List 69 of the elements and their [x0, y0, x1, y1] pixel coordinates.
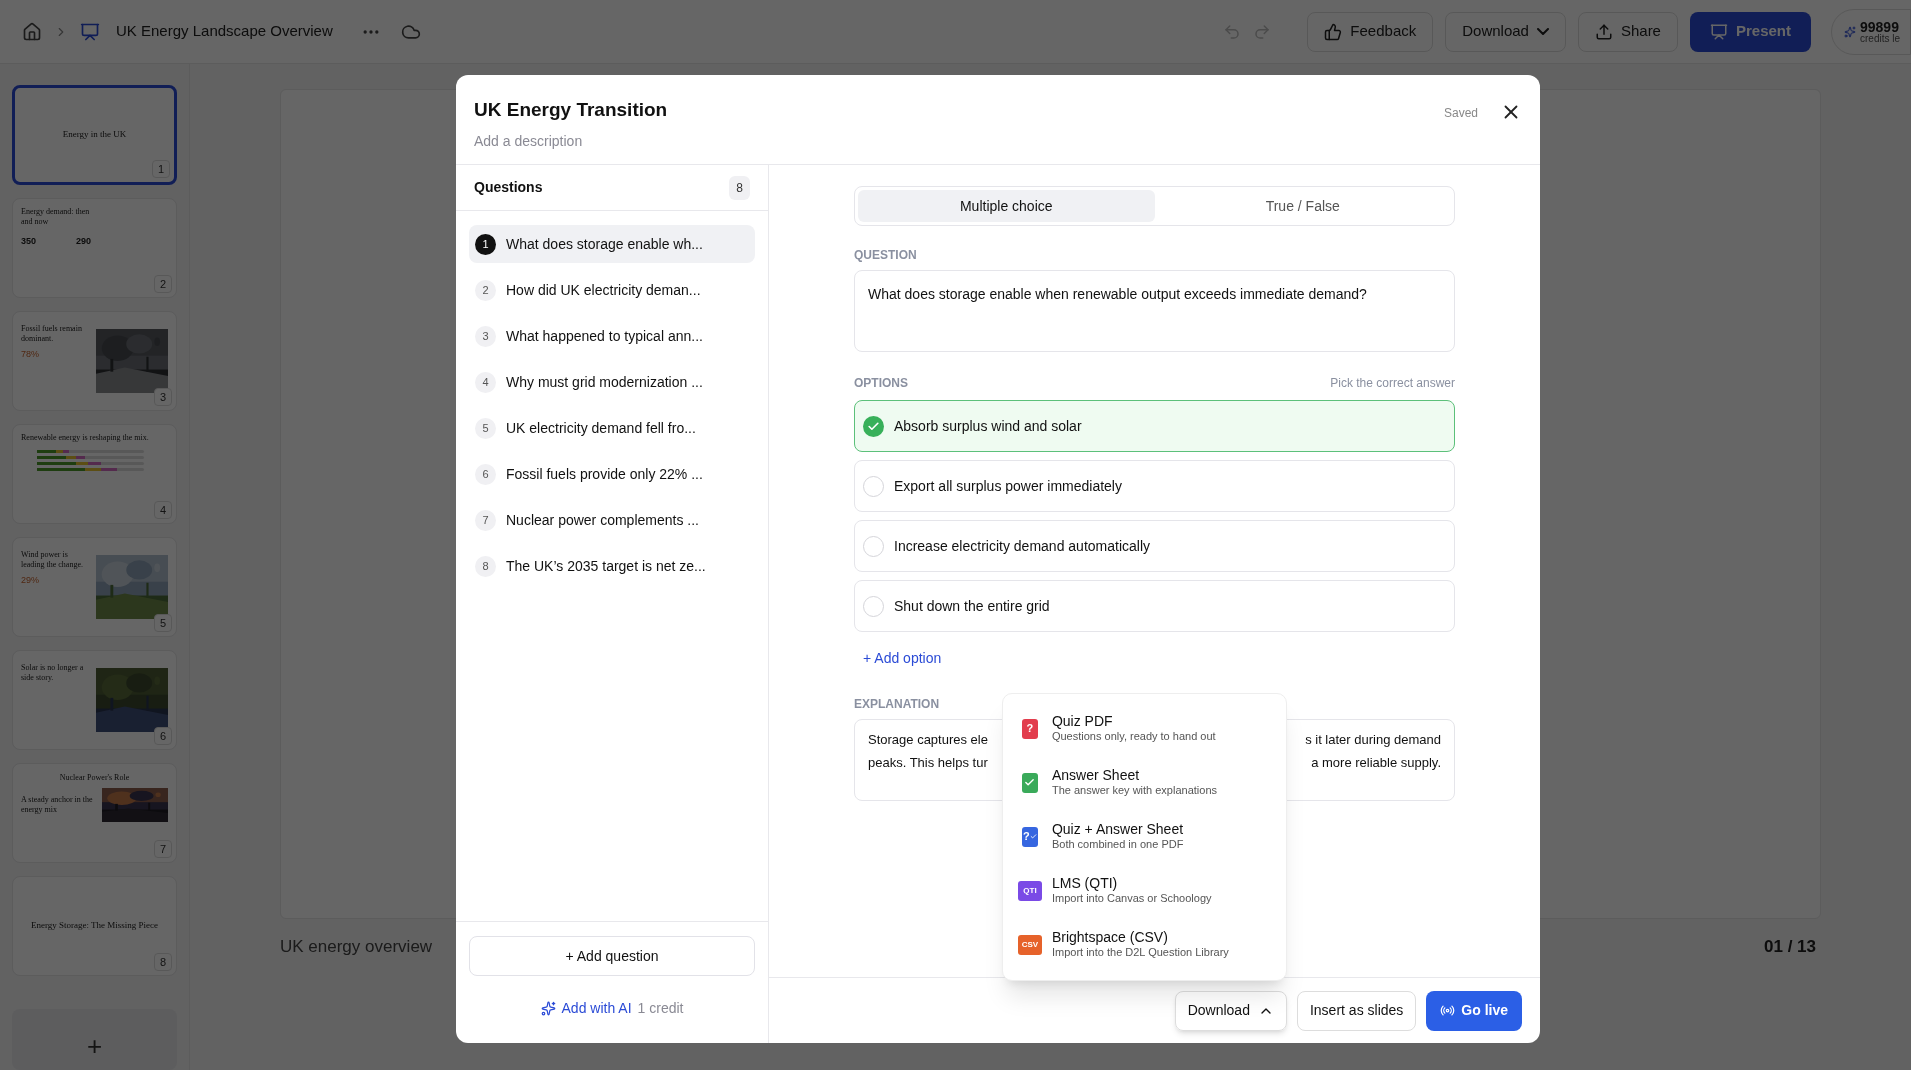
question-title: UK electricity demand fell fro... — [506, 418, 696, 438]
question-title: Nuclear power complements ... — [506, 510, 699, 530]
option-text: Export all surplus power immediately — [894, 476, 1122, 496]
menu-item-title: Quiz + Answer Sheet — [1051, 820, 1184, 839]
slide-title: Fossil fuels remain dominant. — [21, 324, 83, 344]
question-title: What happened to typical ann... — [506, 326, 703, 346]
ai-credit-cost: 1 credit — [637, 999, 684, 1018]
options-hint: Pick the correct answer — [1330, 375, 1455, 392]
explanation-text: Storage captures ele — [868, 731, 988, 749]
menu-item-description: Questions only, ready to hand out — [1051, 730, 1216, 745]
slide-stat: 350 — [21, 235, 37, 248]
question-number: 3 — [475, 325, 496, 347]
credits-label: credits le — [1860, 33, 1900, 44]
slide-caption: UK energy overview — [280, 936, 433, 958]
save-status: Saved — [1443, 105, 1478, 122]
slide-title: Wind power is leading the change. — [21, 550, 84, 570]
file-icon: QTI — [1017, 880, 1042, 901]
menu-item-description: The answer key with explanations — [1051, 784, 1218, 799]
question-number: 2 — [475, 279, 496, 301]
question-number: 7 — [475, 509, 496, 531]
slide-number: 8 — [153, 952, 172, 971]
slide-subtitle: A steady anchor in the energy mix — [21, 795, 94, 815]
slide-title: Renewable energy is reshaping the mix. — [21, 433, 150, 443]
explanation-text: peaks. This helps tur — [868, 753, 988, 772]
question-title: Fossil fuels provide only 22% ... — [506, 464, 703, 484]
slide-title: Solar is no longer a side story. — [21, 663, 85, 683]
slide-title: Energy demand: then and now — [21, 207, 91, 227]
slide-number: 1 — [151, 159, 170, 178]
slide-title: Energy Storage: The Missing Piece — [30, 920, 159, 932]
menu-item-title: LMS (QTI) — [1051, 874, 1119, 893]
menu-item-title: Brightspace (CSV) — [1051, 928, 1169, 947]
dialog-title: UK Energy Transition — [474, 98, 669, 122]
question-title: Why must grid modernization ... — [506, 372, 703, 392]
slide-title: Energy in the UK — [62, 129, 127, 141]
question-number: 4 — [475, 371, 496, 393]
slide-stat: 290 — [76, 235, 92, 248]
menu-item-title: Quiz PDF — [1051, 712, 1114, 731]
slide-number: 7 — [153, 839, 172, 858]
file-icon: CSV — [1017, 934, 1042, 955]
question-count: 8 — [729, 175, 750, 200]
explanation-text: s it later during demand — [1305, 731, 1441, 749]
option-text: Increase electricity demand automatically — [894, 536, 1150, 556]
questions-heading: Questions — [474, 178, 543, 197]
slide-stat: 78% — [21, 348, 40, 361]
question-title: What does storage enable wh... — [506, 234, 703, 254]
menu-item-description: Import into the D2L Question Library — [1051, 946, 1229, 961]
question-title: How did UK electricity deman... — [506, 280, 701, 300]
question-number: 1 — [475, 233, 496, 255]
menu-item-title: Answer Sheet — [1051, 766, 1141, 785]
question-number: 6 — [475, 463, 496, 485]
slide-counter: 01 / 13 — [1764, 936, 1816, 958]
question-number: 5 — [475, 417, 496, 439]
menu-item-description: Import into Canvas or Schoology — [1051, 892, 1212, 907]
explanation-label: EXPLANATION — [854, 696, 941, 713]
file-icon: ? — [1021, 826, 1038, 847]
slide-number: 2 — [153, 274, 172, 293]
question-label: QUESTION — [854, 247, 918, 264]
credits-count: 99899 — [1860, 19, 1899, 34]
question-title: The UK’s 2035 target is net ze... — [506, 556, 706, 576]
file-icon: ? — [1021, 718, 1038, 739]
slide-number: 4 — [153, 500, 172, 519]
option-text: Absorb surplus wind and solar — [894, 416, 1082, 436]
explanation-text: a more reliable supply. — [1311, 753, 1441, 772]
slide-stat: 29% — [21, 574, 40, 587]
option-text: Shut down the entire grid — [894, 596, 1050, 616]
slide-title: Nuclear Power's Role — [59, 772, 130, 784]
question-number: 8 — [475, 555, 496, 577]
options-label: OPTIONS — [854, 375, 908, 392]
menu-item-description: Both combined in one PDF — [1051, 838, 1184, 853]
